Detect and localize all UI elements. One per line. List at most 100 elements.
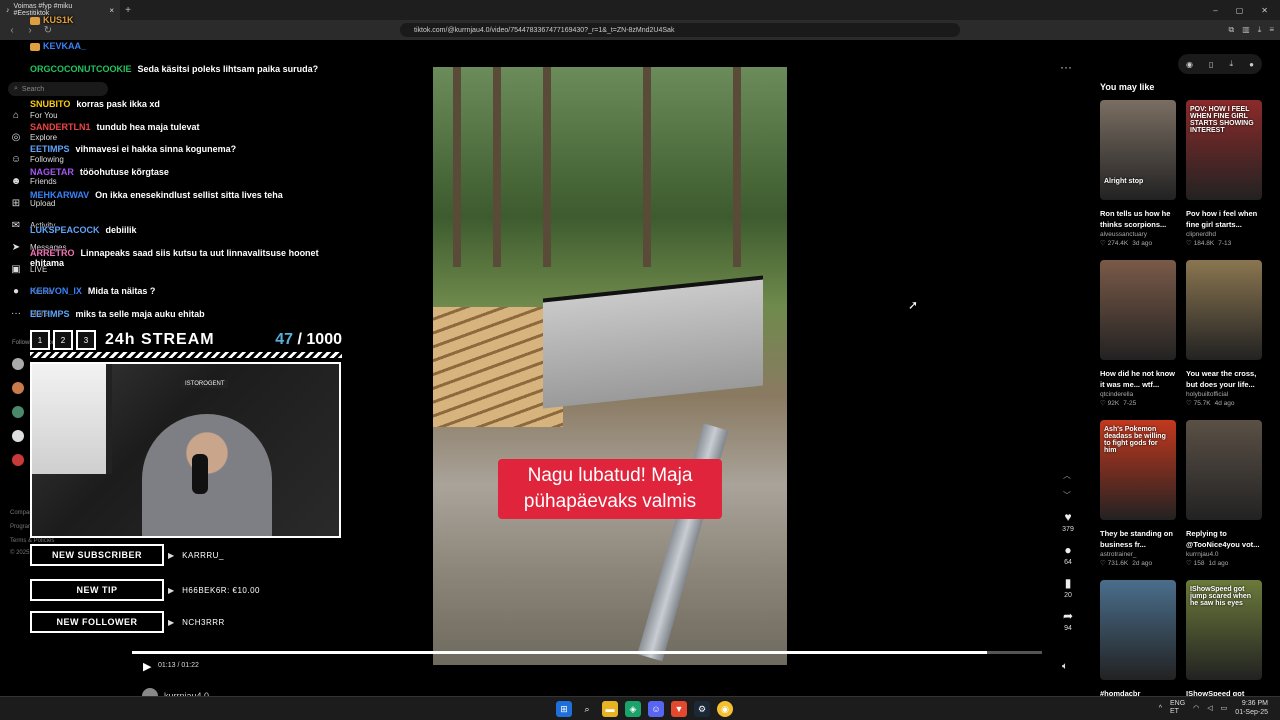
nav-item-for-you[interactable]: ⌂ For You xyxy=(10,110,58,121)
search-input[interactable]: ⌕ Search xyxy=(8,82,108,96)
video-tree xyxy=(643,67,651,267)
heart-icon: ♡ xyxy=(1100,560,1108,567)
close-window-icon[interactable]: ✕ xyxy=(1261,6,1268,15)
sidebar-icon[interactable]: ▥ xyxy=(1242,25,1250,35)
video-thumbnail[interactable]: POV: HOW I FEEL WHEN FINE GIRL STARTS SH… xyxy=(1186,100,1262,200)
alert-label: NEW TIP xyxy=(30,579,164,601)
folder-icon[interactable]: ▬ xyxy=(602,701,618,717)
minimize-icon[interactable]: – xyxy=(1213,6,1217,15)
card-meta: ♡ 92K 7-25 xyxy=(1100,400,1137,407)
video-thumbnail[interactable] xyxy=(1186,420,1262,520)
chevron-up-icon[interactable]: ^ xyxy=(1159,705,1162,712)
card-title: You wear the cross, but does your life..… xyxy=(1186,369,1257,389)
video-thumbnail[interactable] xyxy=(1100,580,1176,680)
clock[interactable]: 9:36 PM 01-Sep-25 xyxy=(1235,699,1268,717)
device-icon[interactable]: ▯ xyxy=(1209,60,1213,69)
card-title: Replying to @TooNice4you vot... xyxy=(1186,529,1260,549)
following-avatar[interactable] xyxy=(12,430,24,442)
back-icon[interactable]: ‹ xyxy=(6,25,18,36)
alert-name: NCH3RRR xyxy=(182,617,225,627)
video-tree xyxy=(543,67,551,267)
bookmark-action[interactable]: ▮ 20 xyxy=(1058,576,1078,599)
recommended-video-card[interactable]: Replying to @TooNice4you vot... kurrnjau4… xyxy=(1186,420,1262,567)
profile-avatar-icon[interactable]: ● xyxy=(1249,60,1254,69)
video-thumbnail[interactable]: Alright stop xyxy=(1100,100,1176,200)
following-avatar[interactable] xyxy=(12,454,24,466)
play-icon[interactable]: ▶ xyxy=(143,660,151,673)
forward-icon[interactable]: › xyxy=(24,25,36,36)
steam-icon[interactable]: ⚙ xyxy=(694,701,710,717)
chat-message: MEHKARWAV On ikka enesekindlust sellist s… xyxy=(30,190,283,200)
card-author: kurrnjau4.0 xyxy=(1186,551,1219,558)
video-caption: Nagu lubatud! Maja pühapäevaks valmis xyxy=(498,459,722,519)
menu-icon[interactable]: ≡ xyxy=(1269,25,1274,35)
following-avatar[interactable] xyxy=(12,406,24,418)
close-tab-icon[interactable]: × xyxy=(109,6,114,15)
nav-item-explore[interactable]: ◎ Explore xyxy=(10,132,58,143)
browser-tabbar: ♪ Voimas #fyp #miku #Eestitiktok × + – ▢… xyxy=(0,0,1280,20)
wifi-icon[interactable]: ◠ xyxy=(1193,704,1199,712)
card-title: They be standing on business fr... xyxy=(1100,529,1173,549)
recommended-video-card[interactable]: Alright stop Ron tells us how he thinks s… xyxy=(1100,100,1176,247)
video-player[interactable]: Nagu lubatud! Maja pühapäevaks valmis xyxy=(433,67,787,665)
reload-icon[interactable]: ↻ xyxy=(42,25,54,36)
language-indicator[interactable]: ENG ET xyxy=(1170,700,1185,716)
nav-item-following[interactable]: ☺ Following xyxy=(10,154,64,165)
like-action[interactable]: ♥ 379 xyxy=(1058,510,1078,533)
card-author: alveussanctuary xyxy=(1100,231,1147,238)
video-thumbnail[interactable] xyxy=(1100,260,1176,360)
video-progress-bar[interactable] xyxy=(132,651,1042,654)
nav-item-friends[interactable]: ☻ Friends xyxy=(10,176,57,187)
recommended-video-card[interactable]: #homdacbr xyxy=(1100,580,1176,699)
share-action[interactable]: ➦ 94 xyxy=(1058,609,1078,632)
heart-icon: ♡ xyxy=(1186,560,1194,567)
user-icon: ☺ xyxy=(10,154,22,165)
battery-icon[interactable]: ▭ xyxy=(1221,704,1228,712)
video-concrete-wall xyxy=(543,275,763,409)
speaker-icon[interactable]: ◁ xyxy=(1207,704,1212,712)
badge-icon xyxy=(30,42,40,51)
new-tab-icon[interactable]: + xyxy=(120,5,136,16)
following-avatar[interactable] xyxy=(12,382,24,394)
search-icon: ⌕ xyxy=(14,85,18,92)
windows-start-icon[interactable]: ⊞ xyxy=(556,701,572,717)
mouse-cursor-icon: ➚ xyxy=(908,298,919,312)
video-thumbnail[interactable] xyxy=(1186,260,1262,360)
download-icon[interactable]: ⤓ xyxy=(1230,59,1234,69)
card-meta: ♡ 731.6K 2d ago xyxy=(1100,560,1153,567)
play-arrow-icon: ▶ xyxy=(168,585,175,595)
url-field[interactable]: tiktok.com/@kurrnjau4.0/video/7544783367… xyxy=(400,23,960,37)
following-avatar[interactable] xyxy=(12,358,24,370)
more-options-icon[interactable]: ··· xyxy=(1060,60,1072,74)
recommended-video-card[interactable]: You wear the cross, but does your life..… xyxy=(1186,260,1262,407)
brave-icon[interactable]: ▼ xyxy=(671,701,687,717)
chat-message: SNUBITO korras pask ikka xd xyxy=(30,99,160,109)
app-icon[interactable]: ◈ xyxy=(625,701,641,717)
recommended-video-card[interactable]: IShowSpeed got jump scared when he saw h… xyxy=(1186,580,1262,699)
chat-message: EETIMPS vihmavesi ei hakka sinna kogunema… xyxy=(30,144,237,154)
recommended-video-card[interactable]: How did he not know it was me... wtf... q… xyxy=(1100,260,1176,407)
recommended-video-card[interactable]: Ash's Pokemon deadass be willing to figh… xyxy=(1100,420,1176,567)
downloads-icon[interactable]: ⤓ xyxy=(1258,25,1262,35)
video-thumbnail[interactable]: IShowSpeed got jump scared when he saw h… xyxy=(1186,580,1262,680)
coin-icon[interactable]: ◉ xyxy=(1186,60,1193,69)
compass-icon: ◎ xyxy=(11,132,21,143)
webcam-sign: ISTOROGENT xyxy=(182,380,228,388)
scroll-down-icon[interactable]: ﹀ xyxy=(1063,490,1071,501)
maximize-icon[interactable]: ▢ xyxy=(1236,6,1244,15)
play-arrow-icon: ▶ xyxy=(168,617,175,627)
recommended-video-card[interactable]: POV: HOW I FEEL WHEN FINE GIRL STARTS SH… xyxy=(1186,100,1262,247)
chat-message: SANDERTLN1 tundub hea maja tulevat xyxy=(30,122,200,132)
bookmark-icon: ▮ xyxy=(1064,576,1072,590)
search-icon[interactable]: ⌕ xyxy=(579,701,595,717)
alert-subscriber: NEW SUBSCRIBER ▶ KARRRU_ xyxy=(30,544,224,566)
discord-icon[interactable]: ☺ xyxy=(648,701,664,717)
comment-action[interactable]: ● 64 xyxy=(1058,543,1078,566)
chrome-icon[interactable]: ◉ xyxy=(717,701,733,717)
scroll-up-icon[interactable]: ︿ xyxy=(1063,470,1071,481)
video-thumbnail[interactable]: Ash's Pokemon deadass be willing to figh… xyxy=(1100,420,1176,520)
volume-icon[interactable]: 🔈︎ xyxy=(1062,661,1068,672)
extensions-icon[interactable]: ⧉ xyxy=(1229,25,1235,35)
video-tree xyxy=(493,67,501,267)
chat-message: KERVON_IX Mida ta näitas ? xyxy=(30,286,156,296)
